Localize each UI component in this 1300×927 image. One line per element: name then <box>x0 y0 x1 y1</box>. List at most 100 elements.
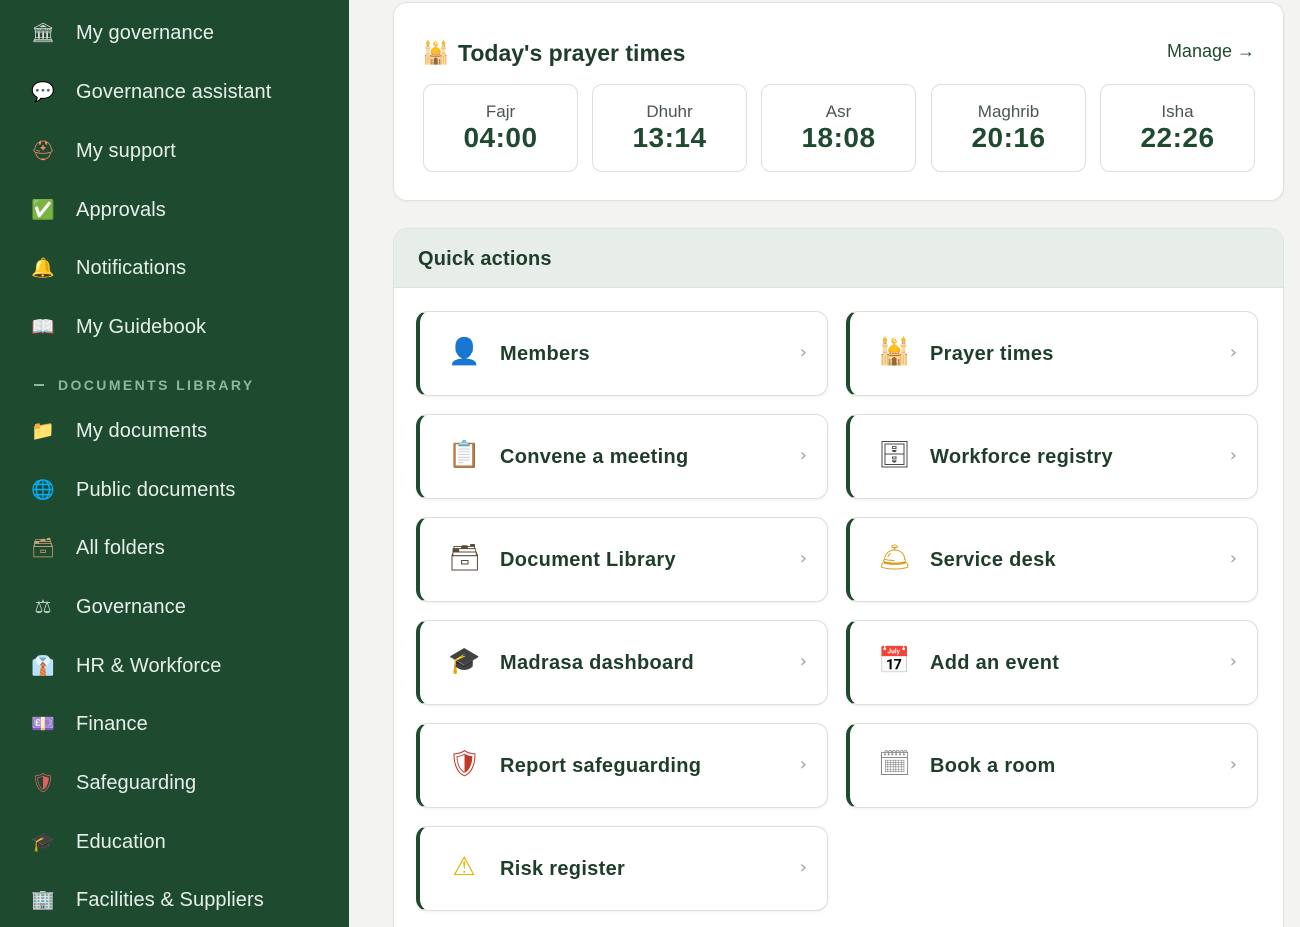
sidebar-item-label: Public documents <box>76 478 236 501</box>
chevron-right-icon: › <box>1229 754 1237 775</box>
sidebar-item-education[interactable]: 🎓 Education <box>0 817 349 867</box>
sidebar-item-approvals[interactable]: ✅ Approvals <box>0 185 349 235</box>
sidebar-item-label: Education <box>76 830 166 853</box>
clipboard-icon: 📋 <box>448 440 481 470</box>
check-box-icon: ✅ <box>31 198 55 221</box>
quick-action-document-library[interactable]: 🗃 Document Library › <box>416 517 828 602</box>
sidebar-item-facilities-suppliers[interactable]: 🏢 Facilities & Suppliers <box>0 875 349 925</box>
sidebar-item-safeguarding[interactable]: 🛡 Safeguarding <box>0 758 349 808</box>
prayer-name: Isha <box>1161 102 1194 121</box>
shield-icon: 🛡 <box>30 771 56 794</box>
prayer-time: 04:00 <box>463 122 538 153</box>
prayer-slot-fajr: Fajr 04:00 <box>423 84 578 172</box>
bank-icon: 🏛 <box>30 21 56 44</box>
sidebar: 🏛 My governance 💬 Governance assistant ⛑… <box>0 0 349 927</box>
sidebar-item-governance-assistant[interactable]: 💬 Governance assistant <box>0 67 349 117</box>
prayer-name: Maghrib <box>977 102 1040 121</box>
quick-action-prayer-times[interactable]: 🕌 Prayer times › <box>846 311 1258 396</box>
sidebar-item-label: Approvals <box>76 198 166 221</box>
prayer-slot-dhuhr: Dhuhr 13:14 <box>592 84 747 172</box>
prayer-time: 13:14 <box>632 122 707 153</box>
sidebar-item-notifications[interactable]: 🔔 Notifications <box>0 243 349 293</box>
section-title: DOCUMENTS LIBRARY <box>58 377 255 393</box>
sidebar-item-label: Facilities & Suppliers <box>76 888 264 911</box>
sidebar-item-finance[interactable]: 💷 Finance <box>0 699 349 749</box>
calendar-icon: 📅 <box>878 646 911 676</box>
quick-action-convene-meeting[interactable]: 📋 Convene a meeting › <box>416 414 828 499</box>
sidebar-item-label: My governance <box>76 21 215 44</box>
quick-action-report-safeguarding[interactable]: 🛡 Report safeguarding › <box>416 723 828 808</box>
prayer-name: Dhuhr <box>646 102 693 121</box>
quick-action-label: Madrasa dashboard <box>500 652 695 674</box>
mosque-icon: 🕌 <box>878 337 911 367</box>
sidebar-item-public-documents[interactable]: 🌐 Public documents <box>0 465 349 515</box>
quick-action-label: Convene a meeting <box>500 446 689 468</box>
chevron-right-icon: › <box>1229 342 1237 363</box>
chevron-right-icon: › <box>799 445 807 466</box>
quick-action-label: Risk register <box>500 858 626 880</box>
chevron-right-icon: › <box>799 548 807 569</box>
filing-tray-icon: 🗄 <box>878 440 912 470</box>
sidebar-item-label: My documents <box>76 419 208 442</box>
sidebar-item-label: HR & Workforce <box>76 654 222 677</box>
sidebar-item-hr-workforce[interactable]: 👔 HR & Workforce <box>0 641 349 691</box>
sidebar-item-all-folders[interactable]: 🗃 All folders <box>0 523 349 573</box>
prayer-time: 20:16 <box>971 122 1046 153</box>
quick-action-label: Report safeguarding <box>500 755 702 777</box>
sidebar-item-my-governance[interactable]: 🏛 My governance <box>0 8 349 58</box>
prayer-slot-isha: Isha 22:26 <box>1100 84 1255 172</box>
quick-action-label: Service desk <box>930 549 1056 571</box>
graduation-cap-icon: 🎓 <box>31 830 55 853</box>
chevron-right-icon: › <box>799 754 807 775</box>
quick-action-label: Add an event <box>930 652 1060 674</box>
chevron-right-icon: › <box>1229 651 1237 672</box>
card-index-icon: 🗃 <box>30 536 56 559</box>
sidebar-item-governance[interactable]: ⚖ Governance <box>0 582 349 632</box>
sidebar-item-label: My support <box>76 139 176 162</box>
quick-action-service-desk[interactable]: 🛎 Service desk › <box>846 517 1258 602</box>
prayer-times-title: Today's prayer times <box>458 40 686 66</box>
prayer-slot-maghrib: Maghrib 20:16 <box>931 84 1086 172</box>
sidebar-section-documents-library: DOCUMENTS LIBRARY <box>34 376 255 394</box>
quick-action-label: Workforce registry <box>930 446 1113 468</box>
quick-action-risk-register[interactable]: ⚠ Risk register › <box>416 826 828 911</box>
warning-icon: ⚠ <box>452 852 476 882</box>
spiral-calendar-icon: 🗓 <box>878 749 912 779</box>
quick-actions-card: Quick actions 👤 Members › 🕌 Prayer times… <box>393 228 1284 927</box>
shield-icon: 🛡 <box>448 749 482 779</box>
prayer-name: Asr <box>825 102 852 121</box>
sidebar-item-label: All folders <box>76 536 165 559</box>
sidebar-item-label: Notifications <box>76 256 187 279</box>
sidebar-item-my-documents[interactable]: 📁 My documents <box>0 406 349 456</box>
quick-action-workforce-registry[interactable]: 🗄 Workforce registry › <box>846 414 1258 499</box>
bell-icon: 🔔 <box>31 256 55 279</box>
manage-link[interactable]: Manage → <box>1167 41 1255 62</box>
globe-icon: 🌐 <box>31 478 55 501</box>
quick-action-label: Members <box>500 343 590 365</box>
person-silhouette-icon: 👤 <box>448 337 481 367</box>
quick-action-label: Book a room <box>930 755 1056 777</box>
sidebar-item-my-support[interactable]: ⛑ My support <box>0 126 349 176</box>
quick-action-label: Prayer times <box>930 343 1054 365</box>
sidebar-item-label: Governance <box>76 595 186 618</box>
quick-action-madrasa-dashboard[interactable]: 🎓 Madrasa dashboard › <box>416 620 828 705</box>
quick-actions-title: Quick actions <box>418 248 552 270</box>
prayer-slot-asr: Asr 18:08 <box>761 84 916 172</box>
graduation-cap-icon: 🎓 <box>448 646 481 676</box>
prayer-name: Fajr <box>485 102 516 121</box>
chevron-right-icon: › <box>799 857 807 878</box>
quick-action-members[interactable]: 👤 Members › <box>416 311 828 396</box>
sidebar-item-label: Finance <box>76 712 148 735</box>
quick-action-book-room[interactable]: 🗓 Book a room › <box>846 723 1258 808</box>
section-dash <box>34 384 44 386</box>
quick-action-label: Document Library <box>500 549 676 571</box>
sidebar-item-label: My Guidebook <box>76 315 207 338</box>
speech-bubble-icon: 💬 <box>31 80 55 103</box>
mosque-icon: 🕌 <box>422 41 450 66</box>
folder-icon: 📁 <box>31 419 55 442</box>
sidebar-item-my-guidebook[interactable]: 📖 My Guidebook <box>0 302 349 352</box>
sidebar-item-label: Safeguarding <box>76 771 197 794</box>
scales-icon: ⚖ <box>34 595 52 618</box>
quick-action-add-event[interactable]: 📅 Add an event › <box>846 620 1258 705</box>
chevron-right-icon: › <box>799 651 807 672</box>
